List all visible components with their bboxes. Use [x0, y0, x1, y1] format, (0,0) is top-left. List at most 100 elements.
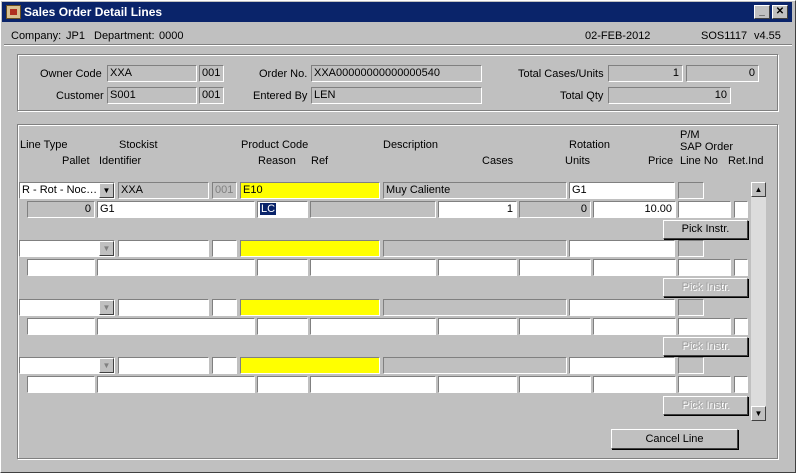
identifier-field[interactable] [97, 259, 255, 276]
stockist-field[interactable] [118, 299, 209, 316]
product-code-field[interactable] [240, 357, 380, 374]
title-bar: Sales Order Detail Lines _ ✕ [2, 2, 792, 22]
stockist-field[interactable] [118, 357, 209, 374]
ret-ind-field[interactable] [734, 201, 748, 218]
chevron-down-icon[interactable]: ▼ [99, 183, 114, 198]
line-type-select[interactable]: R - Rot - Noc… ▼ [19, 182, 115, 199]
rotation-field[interactable] [569, 240, 675, 257]
cases-field[interactable] [438, 259, 517, 276]
owner-code-label: Owner Code [40, 68, 102, 80]
chevron-down-icon[interactable]: ▼ [99, 241, 114, 256]
price-field[interactable]: 10.00 [593, 201, 676, 218]
reason-field[interactable] [257, 376, 308, 393]
screen-id: SOS1117 [701, 30, 748, 42]
col-pm: P/M [680, 129, 700, 141]
version: v4.55 [754, 30, 781, 42]
sap-line-no-field[interactable] [678, 376, 731, 393]
line-type-select[interactable]: ▼ [19, 299, 115, 316]
pick-instr-button[interactable]: Pick Instr. [663, 278, 748, 297]
ret-ind-field[interactable] [734, 318, 748, 335]
pm-field [678, 182, 704, 199]
close-button[interactable]: ✕ [772, 5, 788, 19]
customer-label: Customer [56, 90, 104, 102]
sap-line-no-field[interactable] [678, 318, 731, 335]
chevron-down-icon[interactable]: ▼ [99, 300, 114, 315]
sap-line-no-field[interactable] [678, 259, 731, 276]
identifier-field[interactable]: G1 [97, 201, 255, 218]
company-value: JP1 [66, 30, 85, 42]
description-field [383, 299, 567, 316]
ref-field[interactable] [310, 376, 436, 393]
vertical-scrollbar[interactable] [751, 182, 766, 421]
stockist-suffix-field[interactable] [212, 299, 237, 316]
rotation-field[interactable]: G1 [569, 182, 675, 199]
total-qty-label: Total Qty [560, 90, 604, 102]
cases-field[interactable] [438, 318, 517, 335]
identifier-field[interactable] [97, 318, 255, 335]
pick-instr-button[interactable]: Pick Instr. [663, 337, 748, 356]
department-label: Department: [94, 30, 155, 42]
reason-field[interactable] [257, 259, 308, 276]
pallet-field[interactable] [27, 259, 95, 276]
arrow-up-icon[interactable]: ▲ [751, 182, 766, 197]
product-code-field[interactable] [240, 299, 380, 316]
pick-instr-button[interactable]: Pick Instr. [663, 396, 748, 415]
units-field[interactable] [519, 318, 591, 335]
pallet-field[interactable] [27, 318, 95, 335]
customer-field[interactable]: S001 [107, 87, 197, 104]
line-type-select[interactable]: ▼ [19, 240, 115, 257]
stockist-field[interactable]: XXA [118, 182, 209, 199]
price-field[interactable] [593, 318, 676, 335]
ret-ind-field[interactable] [734, 259, 748, 276]
col-price: Price [648, 155, 674, 167]
col-pallet: Pallet [62, 155, 90, 167]
col-units: Units [565, 155, 591, 167]
ref-field[interactable] [310, 318, 436, 335]
pick-instr-button[interactable]: Pick Instr. [663, 220, 748, 239]
col-rotation: Rotation [569, 139, 610, 151]
arrow-down-icon[interactable]: ▼ [751, 406, 766, 421]
header-bar: Company: JP1 Department: 0000 02-FEB-201… [2, 24, 794, 46]
owner-code-suffix-field[interactable]: 001 [199, 65, 224, 82]
rotation-field[interactable] [569, 357, 675, 374]
price-field[interactable] [593, 376, 676, 393]
customer-suffix-field[interactable]: 001 [199, 87, 224, 104]
reason-field[interactable]: LC [257, 201, 308, 218]
stockist-field[interactable] [118, 240, 209, 257]
stockist-suffix-field[interactable] [212, 357, 237, 374]
rotation-field[interactable] [569, 299, 675, 316]
pm-field [678, 299, 704, 316]
reason-field[interactable] [257, 318, 308, 335]
order-no-field[interactable]: XXA00000000000000540 [311, 65, 482, 82]
cases-field[interactable] [438, 376, 517, 393]
product-code-field[interactable]: E10 [240, 182, 380, 199]
line-type-value: R - Rot - Noc… [22, 184, 98, 196]
col-identifier: Identifier [99, 155, 142, 167]
units-field[interactable] [519, 259, 591, 276]
window-title: Sales Order Detail Lines [24, 5, 163, 19]
department-value: 0000 [159, 30, 184, 42]
col-stockist: Stockist [119, 139, 158, 151]
price-field[interactable] [593, 259, 676, 276]
entered-by-field[interactable]: LEN [311, 87, 482, 104]
minimize-button[interactable]: _ [754, 5, 770, 19]
product-code-field[interactable] [240, 240, 380, 257]
pallet-field[interactable] [27, 376, 95, 393]
cancel-line-button[interactable]: Cancel Line [611, 429, 738, 449]
chevron-down-icon[interactable]: ▼ [99, 358, 114, 373]
description-field [383, 357, 567, 374]
total-units-field: 0 [686, 65, 759, 82]
pm-field [678, 357, 704, 374]
sap-line-no-field[interactable] [678, 201, 731, 218]
units-field[interactable] [519, 376, 591, 393]
ref-field[interactable] [310, 259, 436, 276]
header-separator [4, 44, 792, 46]
description-field [383, 240, 567, 257]
line-type-select[interactable]: ▼ [19, 357, 115, 374]
identifier-field[interactable] [97, 376, 255, 393]
stockist-suffix-field[interactable] [212, 240, 237, 257]
col-reason: Reason [258, 155, 296, 167]
cases-field[interactable]: 1 [438, 201, 517, 218]
ret-ind-field[interactable] [734, 376, 748, 393]
owner-code-field[interactable]: XXA [107, 65, 197, 82]
